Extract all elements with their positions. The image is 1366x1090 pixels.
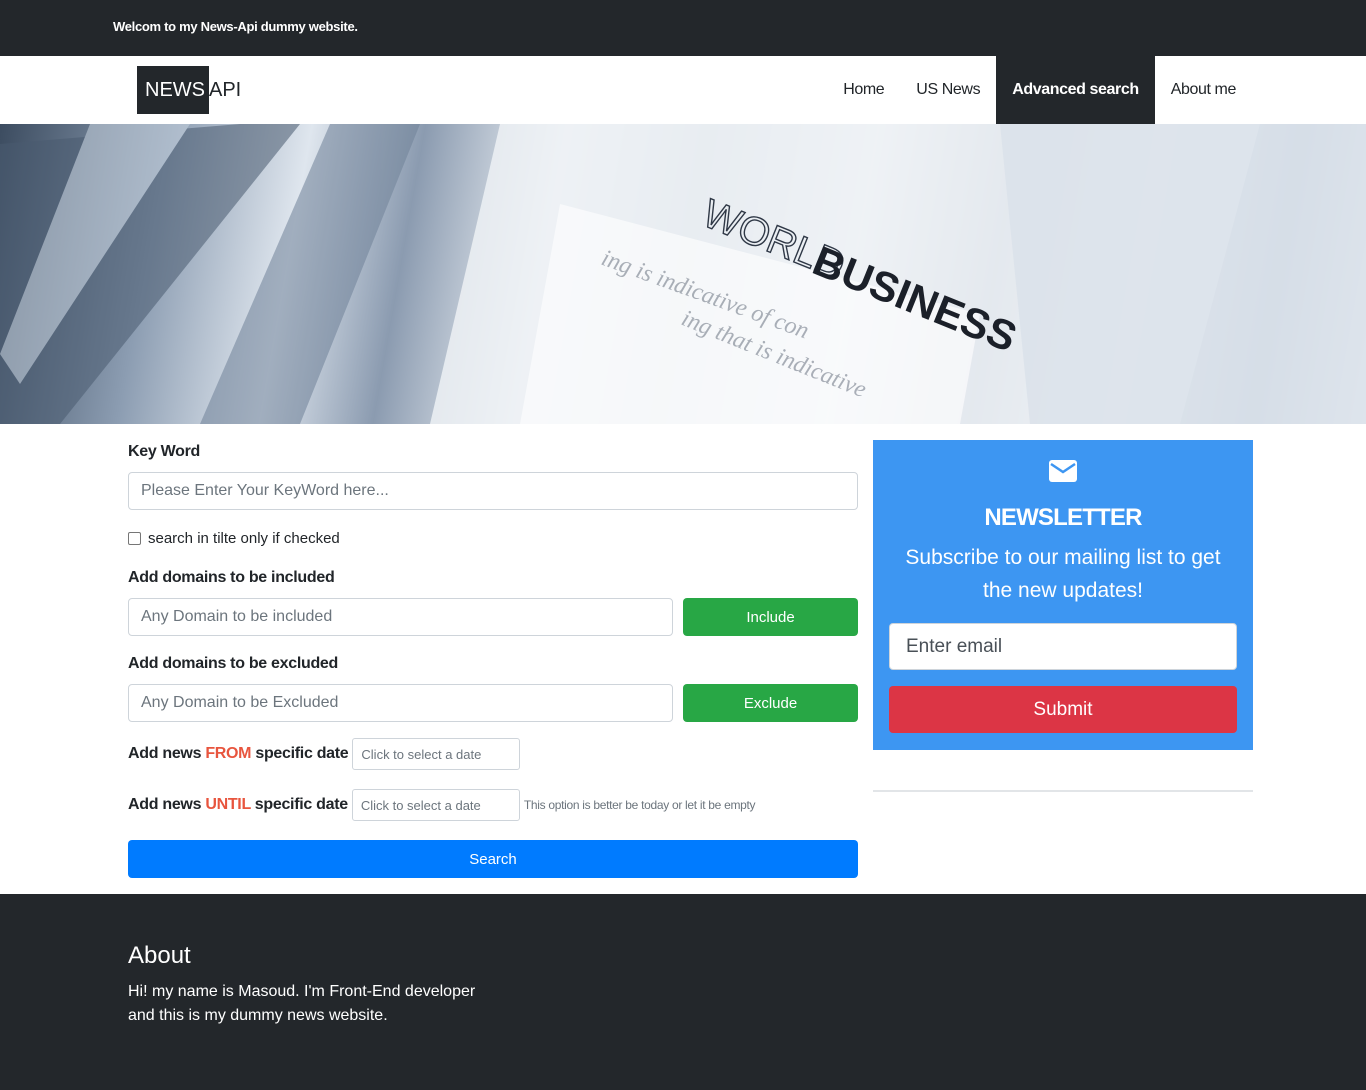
from-date-label: Add news FROM specific date	[128, 745, 349, 762]
newsletter-submit-button[interactable]: Submit	[889, 686, 1237, 733]
sidebar-divider	[873, 790, 1253, 792]
include-button[interactable]: Include	[683, 598, 858, 636]
exclude-label: Add domains to be excluded	[128, 655, 339, 672]
newsletter-email-input[interactable]: Enter email	[889, 623, 1237, 670]
brand-news: NEWS	[137, 66, 209, 114]
from-date-input[interactable]: Click to select a date	[352, 738, 521, 770]
keyword-input[interactable]: Please Enter Your KeyWord here...	[128, 472, 858, 510]
envelope-icon	[1049, 460, 1077, 482]
footer-title: About	[128, 942, 191, 969]
nav-item-advanced-search[interactable]: Advanced search	[996, 56, 1155, 124]
nav-item-us-news[interactable]: US News	[900, 56, 996, 124]
newspaper-illustration: ing is indicative of con ing that is ind…	[0, 124, 1366, 424]
until-date-row: Add news UNTIL specific date Click to se…	[128, 789, 756, 821]
title-only-checkbox[interactable]	[128, 532, 141, 545]
nav-item-about-me[interactable]: About me	[1155, 56, 1252, 124]
title-only-row: search in tilte only if checked	[128, 530, 340, 547]
exclude-domain-input[interactable]: Any Domain to be Excluded	[128, 684, 673, 722]
navbar: NEWS API Home US News Advanced search Ab…	[0, 56, 1366, 124]
title-only-label: search in tilte only if checked	[148, 530, 340, 547]
until-date-hint: This option is better be today or let it…	[523, 798, 756, 812]
search-button[interactable]: Search	[128, 840, 858, 878]
until-date-label: Add news UNTIL specific date	[128, 796, 348, 813]
footer-text: Hi! my name is Masoud. I'm Front-End dev…	[128, 983, 476, 1024]
newsletter-panel: NEWSLETTER Subscribe to our mailing list…	[873, 440, 1253, 750]
nav-menu: Home US News Advanced search About me	[827, 56, 1252, 124]
hero-image: ing is indicative of con ing that is ind…	[0, 124, 1366, 424]
brand-api: API	[209, 78, 242, 101]
nav-item-home[interactable]: Home	[827, 56, 900, 124]
top-bar: Welcom to my News-Api dummy website.	[0, 0, 1366, 56]
footer: About Hi! my name is Masoud. I'm Front-E…	[0, 894, 1366, 1090]
from-date-row: Add news FROM specific date Click to sel…	[128, 738, 521, 770]
include-domain-input[interactable]: Any Domain to be included	[128, 598, 673, 636]
newsletter-subtitle: Subscribe to our mailing list to get the…	[905, 546, 1221, 602]
exclude-button[interactable]: Exclude	[683, 684, 858, 722]
newsletter-title: NEWSLETTER	[984, 504, 1142, 531]
welcome-text: Welcom to my News-Api dummy website.	[113, 19, 358, 34]
until-date-input[interactable]: Click to select a date	[351, 789, 520, 821]
keyword-label: Key Word	[128, 443, 200, 460]
brand-logo[interactable]: NEWS API	[137, 66, 241, 114]
include-label: Add domains to be included	[128, 569, 335, 586]
